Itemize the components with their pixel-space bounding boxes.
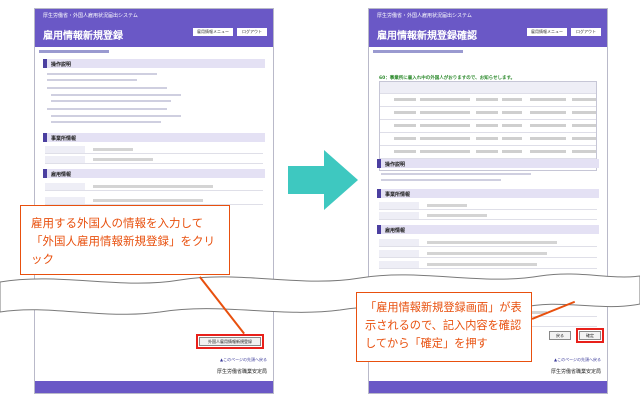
page-top-link[interactable]: ▲このページの先頭へ戻る bbox=[220, 357, 267, 363]
name-row bbox=[45, 183, 263, 191]
table-row bbox=[380, 133, 596, 146]
section-office: 事業所情報 bbox=[377, 189, 599, 198]
agency-name: 厚生労働省職業安定局 bbox=[550, 369, 601, 375]
page-footer bbox=[369, 381, 607, 393]
table-row bbox=[380, 94, 596, 107]
agency-name: 厚生労働省職業安定局 bbox=[216, 369, 267, 375]
section-employment: 雇用情報 bbox=[43, 169, 265, 178]
employment-menu-button[interactable]: 雇用情報メニュー bbox=[527, 28, 567, 36]
section-operation: 操作説明 bbox=[43, 59, 265, 68]
register-button-highlight bbox=[196, 334, 264, 349]
next-step-arrow bbox=[288, 150, 358, 210]
system-title: 厚生労働省・外国人雇用状況届出システム bbox=[369, 9, 607, 21]
logout-button[interactable]: ログアウト bbox=[571, 28, 601, 36]
page-top-link[interactable]: ▲このページの先頭へ戻る bbox=[554, 357, 601, 363]
confirm-button-highlight bbox=[576, 328, 604, 343]
section-office: 事業所情報 bbox=[43, 133, 265, 142]
name-row bbox=[379, 239, 597, 247]
breadcrumb[interactable] bbox=[39, 50, 109, 53]
back-button[interactable]: 戻る bbox=[549, 331, 571, 340]
table-row bbox=[380, 120, 596, 133]
page-header: 雇用情報新規登録 雇用情報メニュー ログアウト bbox=[35, 21, 273, 47]
table-row bbox=[380, 146, 596, 159]
logout-button[interactable]: ログアウト bbox=[237, 28, 267, 36]
left-instruction-callout: 雇用する外国人の情報を入力して「外国人雇用情報新規登録」をクリック bbox=[20, 205, 230, 275]
employment-menu-button[interactable]: 雇用情報メニュー bbox=[193, 28, 233, 36]
section-employment: 雇用情報 bbox=[377, 225, 599, 234]
page-title: 雇用情報新規登録 bbox=[43, 31, 123, 42]
breadcrumb[interactable] bbox=[373, 50, 463, 53]
kana-row bbox=[45, 197, 263, 205]
section-operation: 操作説明 bbox=[377, 159, 599, 168]
page-header: 雇用情報新規登録確認 雇用情報メニュー ログアウト bbox=[369, 21, 607, 47]
page-footer bbox=[35, 381, 273, 393]
system-title: 厚生労働省・外国人雇用状況届出システム bbox=[35, 9, 273, 21]
kana-row bbox=[379, 250, 597, 258]
table-row bbox=[380, 107, 596, 120]
page-title: 雇用情報新規登録確認 bbox=[377, 31, 477, 42]
torn-paper-divider bbox=[0, 273, 640, 315]
right-instruction-callout: 「雇用情報新規登録画面」が表示されるので、記入内容を確認してから「確定」を押す bbox=[356, 292, 532, 362]
employee-table bbox=[379, 81, 597, 171]
